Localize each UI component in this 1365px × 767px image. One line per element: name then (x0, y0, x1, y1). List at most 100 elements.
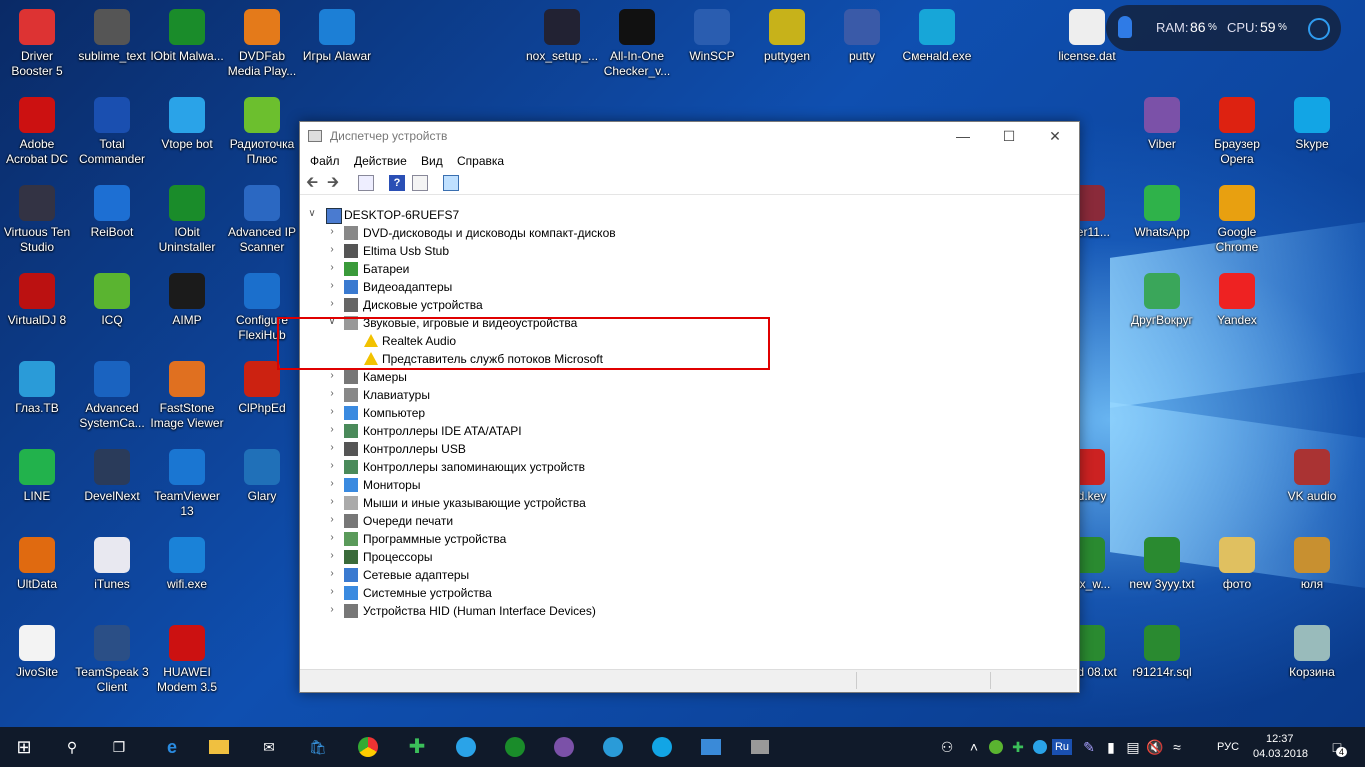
desktop-icon[interactable]: UltData (0, 529, 74, 592)
desktop-icon[interactable]: r91214r.sql (1125, 617, 1199, 680)
desktop-icon[interactable]: new 3yyy.txt (1125, 529, 1199, 592)
desktop-icon[interactable]: Корзина (1275, 617, 1349, 680)
desktop-icon[interactable]: Глаз.ТВ (0, 353, 74, 416)
desktop-icon[interactable]: VK audio (1275, 441, 1349, 504)
desktop-icon[interactable]: sublime_text (75, 1, 149, 64)
desktop-icon[interactable]: LINE (0, 441, 74, 504)
tree-category[interactable]: Камеры (363, 368, 407, 386)
tray-app-icon[interactable] (984, 735, 1008, 759)
desktop-icon[interactable]: wifi.exe (150, 529, 224, 592)
tray-chevron-icon[interactable]: ˄ (962, 735, 986, 759)
clover-icon[interactable]: ✚ (405, 735, 429, 759)
expand-chevron-icon[interactable]: › (326, 298, 338, 309)
desktop-icon[interactable]: Yandex (1200, 265, 1274, 328)
desktop-icon[interactable]: Driver Booster 5 (0, 1, 74, 79)
chrome-icon[interactable] (356, 735, 380, 759)
desktop-icon[interactable]: WhatsApp (1125, 177, 1199, 240)
tray-clover-icon[interactable]: ✚ (1006, 735, 1030, 759)
tree-category[interactable]: Процессоры (363, 548, 433, 566)
desktop-icon[interactable]: nox_setup_... (525, 1, 599, 64)
expand-chevron-icon[interactable]: › (326, 586, 338, 597)
desktop-icon[interactable]: ReiBoot (75, 177, 149, 240)
desktop-icon[interactable]: DevelNext (75, 441, 149, 504)
system-monitor-gadget[interactable]: RAM: 86 % CPU: 59 % (1106, 5, 1341, 51)
task-view-icon[interactable]: ❐ (107, 735, 131, 759)
title-bar[interactable]: Диспетчер устройств — ☐ ✕ (300, 122, 1079, 150)
tree-category[interactable]: Программные устройства (363, 530, 506, 548)
language-indicator[interactable]: РУС (1217, 741, 1239, 753)
expand-chevron-icon[interactable]: › (326, 388, 338, 399)
tree-category[interactable]: Батареи (363, 260, 409, 278)
expand-chevron-icon[interactable]: › (326, 424, 338, 435)
desktop-icon[interactable]: TeamViewer 13 (150, 441, 224, 519)
expand-chevron-icon[interactable]: › (326, 478, 338, 489)
desktop-icon[interactable]: WinSCP (675, 1, 749, 64)
desktop-icon[interactable]: Vtope bot (150, 89, 224, 152)
tree-category[interactable]: Клавиатуры (363, 386, 430, 404)
scan-hardware-icon[interactable] (443, 175, 459, 191)
desktop-icon[interactable]: Viber (1125, 89, 1199, 152)
start-windows-icon[interactable]: ⊞ (12, 735, 36, 759)
device-manager-taskbar-icon[interactable] (748, 735, 772, 759)
viber-icon[interactable] (552, 735, 576, 759)
tree-root-computer[interactable]: DESKTOP-6RUEFS7 (344, 206, 459, 224)
desktop-icon[interactable]: HUAWEI Modem 3.5 (150, 617, 224, 695)
desktop-icon[interactable]: Glary (225, 441, 299, 504)
desktop-icon[interactable]: Advanced SystemCa... (75, 353, 149, 431)
tree-category[interactable]: Контроллеры USB (363, 440, 466, 458)
file-explorer-icon[interactable] (207, 735, 231, 759)
tray-vtope-icon[interactable] (1028, 735, 1052, 759)
mail-icon[interactable]: ✉ (257, 735, 281, 759)
menu-file[interactable]: Файл (310, 154, 340, 168)
clock-date[interactable]: 04.03.2018 (1253, 748, 1308, 760)
desktop-icon[interactable]: IObit Uninstaller (150, 177, 224, 255)
speedometer-icon[interactable] (1308, 18, 1330, 40)
tree-category[interactable]: Сетевые адаптеры (363, 566, 469, 584)
tree-category[interactable]: Устройства HID (Human Interface Devices) (363, 602, 596, 620)
vtope-icon[interactable] (454, 735, 478, 759)
desktop-icon[interactable]: Virtuous Ten Studio (0, 177, 74, 255)
desktop-icon[interactable]: IObit Malwa... (150, 1, 224, 64)
edge-icon[interactable]: e (160, 735, 184, 759)
expand-chevron-icon[interactable]: › (326, 280, 338, 291)
menu-help[interactable]: Справка (457, 154, 504, 168)
clock-time[interactable]: 12:37 (1266, 733, 1294, 745)
tray-ru-badge[interactable]: Ru (1052, 739, 1072, 755)
menu-view[interactable]: Вид (421, 154, 443, 168)
device-manager-window[interactable]: Диспетчер устройств — ☐ ✕ Файл Действие … (299, 121, 1080, 693)
glaz-tv-icon[interactable] (601, 735, 625, 759)
tree-category[interactable]: Мыши и иные указывающие устройства (363, 494, 586, 512)
store-icon[interactable]: 🛍 (306, 735, 330, 759)
desktop-icon[interactable]: FastStone Image Viewer (150, 353, 224, 431)
expand-chevron-icon[interactable]: › (326, 406, 338, 417)
iobit-icon[interactable] (503, 735, 527, 759)
desktop-icon[interactable]: Google Chrome (1200, 177, 1274, 255)
tree-category[interactable]: Видеоадаптеры (363, 278, 452, 296)
wifi-icon[interactable]: ≈ (1165, 735, 1189, 759)
tree-category[interactable]: Дисковые устройства (363, 296, 483, 314)
desktop-icon[interactable]: DVDFab Media Play... (225, 1, 299, 79)
maximize-button[interactable]: ☐ (986, 122, 1032, 150)
tree-category[interactable]: Мониторы (363, 476, 420, 494)
back-arrow-icon[interactable]: 🡰 (306, 175, 322, 191)
collapse-chevron-icon[interactable]: ∨ (306, 208, 318, 219)
desktop-icon[interactable]: ДругВокруг (1125, 265, 1199, 328)
skype-icon[interactable] (650, 735, 674, 759)
expand-chevron-icon[interactable]: › (326, 550, 338, 561)
desktop-icon[interactable]: iTunes (75, 529, 149, 592)
expand-chevron-icon[interactable]: › (326, 226, 338, 237)
expand-chevron-icon[interactable]: › (326, 496, 338, 507)
desktop-icon[interactable]: Advanced IP Scanner (225, 177, 299, 255)
expand-chevron-icon[interactable]: › (326, 460, 338, 471)
expand-chevron-icon[interactable]: › (326, 244, 338, 255)
expand-chevron-icon[interactable]: › (326, 532, 338, 543)
battery-icon[interactable]: ▮ (1099, 735, 1123, 759)
network-icon[interactable]: ▤ (1121, 735, 1145, 759)
desktop-icon[interactable]: Игры Alawar (300, 1, 374, 64)
tray-pen-icon[interactable]: ✎ (1077, 735, 1101, 759)
resources-icon[interactable] (412, 175, 428, 191)
menu-action[interactable]: Действие (354, 154, 407, 168)
volume-icon[interactable]: 🔇 (1143, 735, 1167, 759)
expand-chevron-icon[interactable]: › (326, 370, 338, 381)
tree-category[interactable]: Контроллеры IDE ATA/ATAPI (363, 422, 522, 440)
